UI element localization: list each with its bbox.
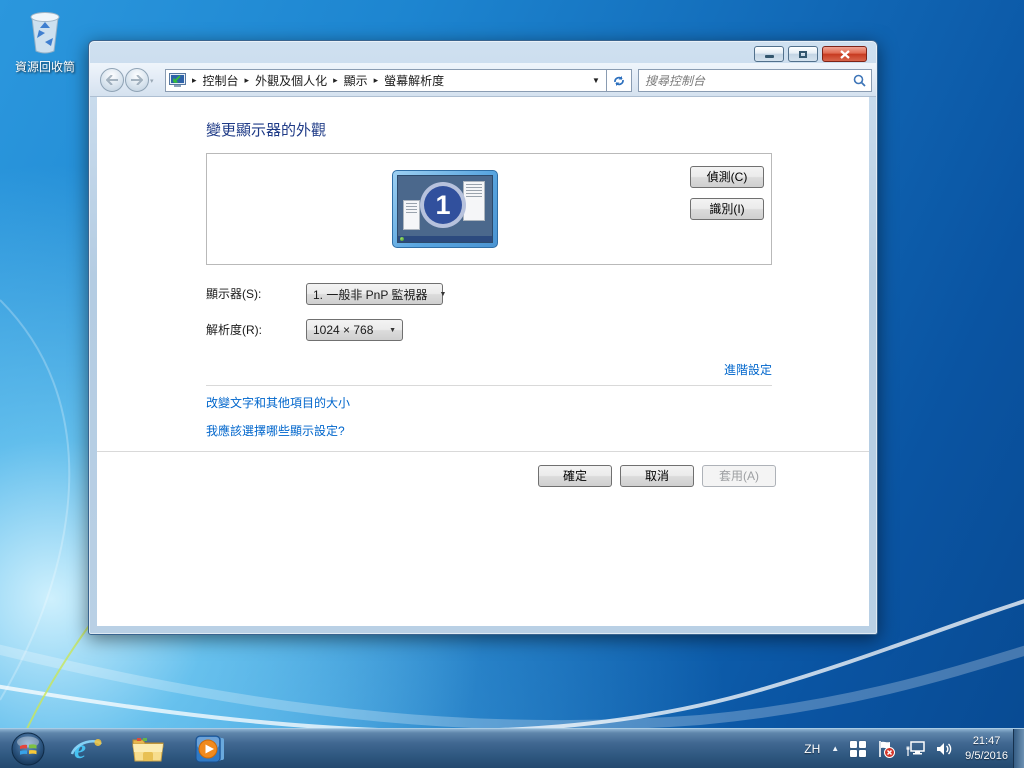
footer-divider [97, 451, 869, 452]
resolution-label: 解析度(R): [206, 319, 262, 341]
resolution-combobox[interactable]: 1024 × 768 ▼ [306, 319, 403, 341]
advanced-settings-link[interactable]: 進階設定 [724, 361, 772, 378]
breadcrumb-chevron-icon: ▸ [243, 75, 252, 86]
navigation-bar: ▾ ▸ 控制台 ▸ 外觀及個人化 ▸ 顯示 ▸ 螢幕解析度 [90, 63, 876, 97]
which-settings-link[interactable]: 我應該選擇哪些顯示設定? [206, 422, 345, 439]
network-icon[interactable] [906, 740, 925, 757]
system-tray: ZH ▲ [804, 729, 1008, 768]
recycle-bin-icon [24, 43, 66, 57]
volume-icon[interactable] [936, 741, 954, 757]
language-indicator[interactable]: ZH [804, 742, 820, 756]
internet-explorer-icon: e [70, 734, 102, 764]
cancel-button[interactable]: 取消 [620, 465, 694, 487]
taskbar: e [0, 728, 1024, 768]
display-label: 顯示器(S): [206, 283, 261, 305]
identify-button[interactable]: 識別(I) [690, 198, 764, 220]
close-button[interactable] [822, 46, 867, 62]
breadcrumb-screen-resolution[interactable]: 螢幕解析度 [380, 72, 448, 89]
page-title: 變更顯示器的外觀 [206, 119, 326, 140]
clock-time: 21:47 [965, 734, 1008, 749]
breadcrumb-appearance[interactable]: 外觀及個人化 [251, 72, 331, 89]
monitor-screen-thumbnail: 1 [397, 175, 493, 243]
media-player-icon [194, 734, 226, 764]
monitor-number-badge: 1 [420, 182, 466, 228]
breadcrumb-control-panel[interactable]: 控制台 [199, 72, 243, 89]
breadcrumb-display[interactable]: 顯示 [340, 72, 372, 89]
refresh-button[interactable] [607, 69, 632, 92]
chevron-down-icon: ▼ [433, 291, 452, 298]
desktop: 資源回收筒 [0, 0, 1024, 768]
window-content: 變更顯示器的外觀 1 [97, 97, 869, 626]
search-icon[interactable] [847, 74, 871, 87]
monitor-preview-panel: 1 偵測(C) 識別(I) [206, 153, 772, 265]
ime-keyboard-icon[interactable] [850, 741, 866, 757]
back-button[interactable] [100, 68, 124, 92]
maximize-button[interactable] [788, 46, 818, 62]
forward-button[interactable] [125, 68, 149, 92]
clock-date: 9/5/2016 [965, 749, 1008, 764]
windows-start-icon [11, 732, 45, 766]
action-center-flag-icon[interactable] [877, 740, 895, 758]
screen-resolution-icon [169, 73, 186, 88]
detect-button[interactable]: 偵測(C) [690, 166, 764, 188]
thumbnail-taskbar [398, 236, 492, 242]
show-hidden-icons-button[interactable]: ▲ [831, 744, 839, 753]
section-divider [206, 385, 772, 386]
address-bar[interactable]: ▸ 控制台 ▸ 外觀及個人化 ▸ 顯示 ▸ 螢幕解析度 ▼ [165, 69, 607, 92]
taskbar-windows-explorer[interactable] [122, 731, 174, 767]
maximize-icon [799, 51, 807, 58]
display-combobox-value: 1. 一般非 PnP 監視器 [307, 286, 433, 303]
thumbnail-window [463, 181, 485, 221]
minimize-icon [765, 55, 774, 58]
thumbnail-window [403, 200, 420, 230]
search-input[interactable] [639, 70, 847, 91]
chevron-down-icon: ▼ [383, 327, 402, 334]
refresh-icon [612, 75, 626, 87]
recent-pages-dropdown[interactable]: ▾ [150, 77, 154, 85]
display-combobox[interactable]: 1. 一般非 PnP 監視器 ▼ [306, 283, 443, 305]
search-box [638, 69, 872, 92]
breadcrumb-chevron-icon: ▸ [372, 75, 381, 86]
screen-resolution-window: ▾ ▸ 控制台 ▸ 外觀及個人化 ▸ 顯示 ▸ 螢幕解析度 [88, 40, 878, 635]
close-icon [840, 50, 850, 59]
breadcrumb-chevron-icon: ▸ [190, 75, 199, 86]
titlebar[interactable] [89, 41, 877, 63]
back-arrow-icon [106, 75, 118, 85]
show-desktop-button[interactable] [1013, 729, 1024, 768]
monitor-number: 1 [435, 190, 450, 221]
taskbar-clock[interactable]: 21:47 9/5/2016 [965, 734, 1008, 764]
breadcrumb-chevron-icon: ▸ [331, 75, 340, 86]
recycle-bin-shortcut[interactable]: 資源回收筒 [8, 8, 82, 75]
resolution-combobox-value: 1024 × 768 [307, 323, 379, 337]
taskbar-internet-explorer[interactable]: e [60, 731, 112, 767]
apply-button: 套用(A) [702, 465, 776, 487]
ok-button[interactable]: 確定 [538, 465, 612, 487]
address-dropdown-arrow[interactable]: ▼ [586, 70, 606, 91]
taskbar-media-player[interactable] [184, 731, 236, 767]
start-button[interactable] [2, 731, 54, 767]
recycle-bin-label: 資源回收筒 [8, 58, 82, 75]
make-text-larger-link[interactable]: 改變文字和其他項目的大小 [206, 394, 350, 411]
folder-icon [131, 735, 165, 763]
forward-arrow-icon [131, 75, 143, 85]
monitor-1-preview[interactable]: 1 [392, 170, 498, 248]
minimize-button[interactable] [754, 46, 784, 62]
